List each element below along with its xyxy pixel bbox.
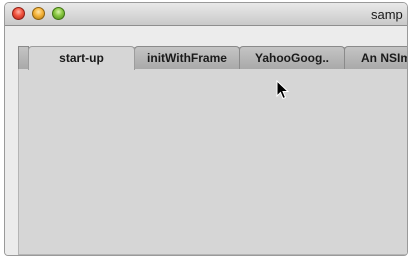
window-title: samp xyxy=(371,7,403,22)
close-button[interactable] xyxy=(12,7,25,20)
title-bar[interactable]: samp xyxy=(5,3,407,26)
tab-start-up[interactable]: start-up xyxy=(28,46,135,70)
tab-an-nsim[interactable]: An NSIm xyxy=(344,46,407,69)
tab-yahoogoog[interactable]: YahooGoog.. xyxy=(239,46,345,69)
tab-initwithframe[interactable]: initWithFrame xyxy=(134,46,240,69)
tab-strip: start-up initWithFrame YahooGoog.. An NS… xyxy=(18,46,407,70)
minimize-button[interactable] xyxy=(32,7,45,20)
arrow-cursor-icon xyxy=(276,80,290,100)
app-window: samp start-up initWithFrame YahooGoog.. … xyxy=(4,2,408,256)
tab-panel xyxy=(18,47,407,255)
zoom-button[interactable] xyxy=(52,7,65,20)
window-content: start-up initWithFrame YahooGoog.. An NS… xyxy=(5,26,407,255)
